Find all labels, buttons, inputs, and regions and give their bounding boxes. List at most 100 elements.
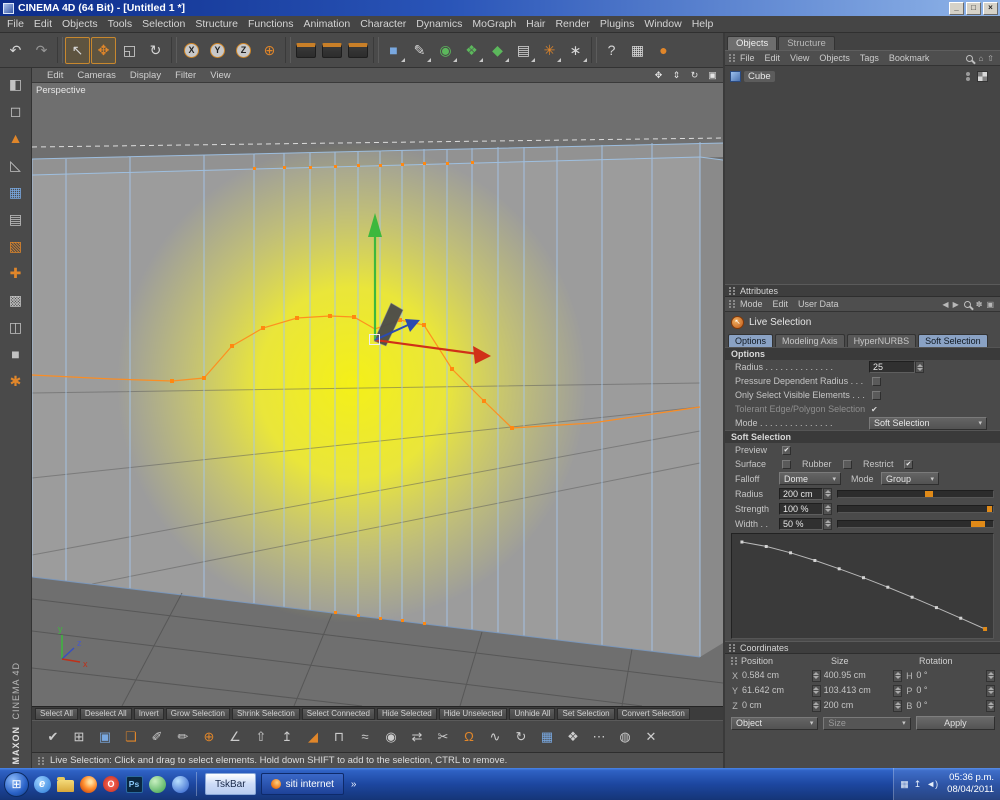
- convert-selection-button[interactable]: Convert Selection: [616, 707, 690, 720]
- set-selection-button[interactable]: Set Selection: [557, 707, 615, 720]
- key-icon[interactable]: ✽: [974, 300, 985, 309]
- inner-extrude-icon[interactable]: ↥: [274, 724, 300, 750]
- folder-icon[interactable]: [55, 774, 75, 794]
- photoshop-icon[interactable]: Ps: [124, 774, 144, 794]
- menu-item-selection[interactable]: Selection: [137, 17, 190, 31]
- object-list[interactable]: Cube: [725, 66, 1000, 284]
- size-y-field[interactable]: 103.413 cm: [824, 684, 903, 697]
- add-polygon-icon[interactable]: ⊕: [196, 724, 222, 750]
- apply-button[interactable]: Apply: [915, 716, 995, 730]
- menu-item-structure[interactable]: Structure: [190, 17, 243, 31]
- menu-item-render[interactable]: Render: [550, 17, 594, 31]
- points-grid-icon[interactable]: ⊞: [66, 724, 92, 750]
- ie-icon[interactable]: e: [32, 774, 52, 794]
- grow-selection-button[interactable]: Grow Selection: [165, 707, 230, 720]
- select-all-button[interactable]: Select All: [35, 707, 78, 720]
- search-icon[interactable]: [963, 300, 971, 308]
- curve-endpoint-handle[interactable]: [983, 627, 988, 631]
- undo-icon[interactable]: ↶: [3, 37, 28, 64]
- menu-item-plugins[interactable]: Plugins: [595, 17, 639, 31]
- axis-mode-icon[interactable]: ✚: [3, 260, 29, 286]
- restrict-checkbox[interactable]: ✔: [904, 459, 913, 469]
- spinner-control[interactable]: [811, 684, 821, 697]
- globe-icon[interactable]: [170, 774, 190, 794]
- visibility-dot[interactable]: [966, 72, 970, 76]
- rotation-b-field[interactable]: 0 °: [916, 699, 996, 712]
- rotation-h-field[interactable]: 0 °: [916, 669, 996, 682]
- knife-icon[interactable]: ✐: [144, 724, 170, 750]
- live-selection-icon[interactable]: ↖: [65, 36, 90, 64]
- visibility-dot[interactable]: [966, 77, 970, 81]
- soft-selection-section-header[interactable]: Soft Selection: [725, 430, 1000, 443]
- spinner-control[interactable]: [893, 684, 903, 697]
- visibility-toggles[interactable]: [966, 72, 970, 81]
- lock-z-icon[interactable]: Z: [231, 37, 256, 64]
- object-row-cube[interactable]: Cube: [730, 69, 1000, 84]
- delete-icon[interactable]: ✕: [638, 724, 664, 750]
- minimize-button[interactable]: _: [949, 1, 964, 15]
- hide-selected-button[interactable]: Hide Selected: [376, 707, 437, 720]
- deselect-all-button[interactable]: Deselect All: [79, 707, 132, 720]
- toggle-view-icon[interactable]: ▣: [705, 70, 720, 81]
- menu-item-help[interactable]: Help: [687, 17, 719, 31]
- soft-radius-slider[interactable]: [837, 489, 994, 498]
- tray-eject-icon[interactable]: ↥: [914, 779, 922, 790]
- vp-menu-view[interactable]: View: [203, 70, 237, 81]
- make-editable-icon[interactable]: ◧: [3, 71, 29, 97]
- messenger-icon[interactable]: [147, 774, 167, 794]
- object-name[interactable]: Cube: [744, 71, 775, 82]
- pressure-radius-checkbox[interactable]: [872, 376, 881, 386]
- tolerant-selection-check-icon[interactable]: ✔: [871, 405, 878, 414]
- history-back-icon[interactable]: ◀: [940, 300, 950, 309]
- spinner-control[interactable]: [986, 699, 996, 712]
- maximize-button[interactable]: □: [966, 1, 981, 15]
- spinner-control[interactable]: [893, 669, 903, 682]
- mirror-icon[interactable]: ⇄: [404, 724, 430, 750]
- viewport-canvas[interactable]: y z x: [32, 83, 723, 706]
- object-mode-dropdown[interactable]: Object ▾: [731, 716, 819, 730]
- move-icon[interactable]: ✥: [91, 36, 116, 64]
- opera-icon[interactable]: O: [101, 774, 121, 794]
- spin-edge-icon[interactable]: ↻: [508, 724, 534, 750]
- visible-elements-checkbox[interactable]: [872, 390, 881, 400]
- cube-stack-icon[interactable]: ❏: [118, 724, 144, 750]
- size-mode-dropdown[interactable]: Size ▾: [823, 716, 911, 730]
- falloff-dropdown[interactable]: Dome ▾: [779, 472, 841, 485]
- optimize-icon[interactable]: ⋯: [586, 724, 612, 750]
- zoom-icon[interactable]: ⇕: [669, 70, 684, 81]
- subdivide-icon[interactable]: ▦: [534, 724, 560, 750]
- bridge-icon[interactable]: ⊓: [326, 724, 352, 750]
- add-nurbs-icon[interactable]: ◉: [433, 37, 458, 64]
- menu-item-functions[interactable]: Functions: [243, 17, 299, 31]
- texture-tag-icon[interactable]: [977, 71, 988, 82]
- hide-unselected-button[interactable]: Hide Unselected: [438, 707, 508, 720]
- taskbar-clock[interactable]: 05:36 p.m. 08/04/2011: [943, 772, 994, 796]
- menu-item-file[interactable]: File: [2, 17, 29, 31]
- vp-menu-edit[interactable]: Edit: [40, 70, 70, 81]
- create-cube-icon[interactable]: ▣: [92, 724, 118, 750]
- smooth-shift-icon[interactable]: ∿: [482, 724, 508, 750]
- om-menu-objects[interactable]: Objects: [814, 53, 855, 63]
- add-deformer-icon[interactable]: ◆: [485, 37, 510, 64]
- panel-grip[interactable]: [729, 643, 735, 652]
- attr-tab-modeling-axis[interactable]: Modeling Axis: [775, 334, 845, 347]
- tray-keyboard-icon[interactable]: ▦: [900, 779, 909, 790]
- scale-icon[interactable]: ◱: [117, 37, 142, 64]
- snap-mode-icon[interactable]: ■: [3, 341, 29, 367]
- menu-item-hair[interactable]: Hair: [521, 17, 550, 31]
- radius-option-field[interactable]: 25: [869, 361, 924, 373]
- gizmo-origin[interactable]: [369, 334, 380, 345]
- angle-measure-icon[interactable]: ∠: [222, 724, 248, 750]
- position-x-field[interactable]: 0.584 cm: [742, 669, 821, 682]
- help-icon[interactable]: ?: [599, 37, 624, 64]
- c4d-sphere-icon[interactable]: ●: [651, 37, 676, 64]
- surface-checkbox[interactable]: [782, 459, 791, 469]
- panel-grip[interactable]: [729, 286, 735, 295]
- menu-item-edit[interactable]: Edit: [29, 17, 57, 31]
- add-cube-icon[interactable]: ■: [381, 37, 406, 64]
- tab-objects[interactable]: Objects: [727, 36, 778, 50]
- magnet-icon[interactable]: Ω: [456, 724, 482, 750]
- extrude-icon[interactable]: ⇧: [248, 724, 274, 750]
- attr-menu-mode[interactable]: Mode: [735, 299, 768, 309]
- add-environment-icon[interactable]: ▤: [511, 37, 536, 64]
